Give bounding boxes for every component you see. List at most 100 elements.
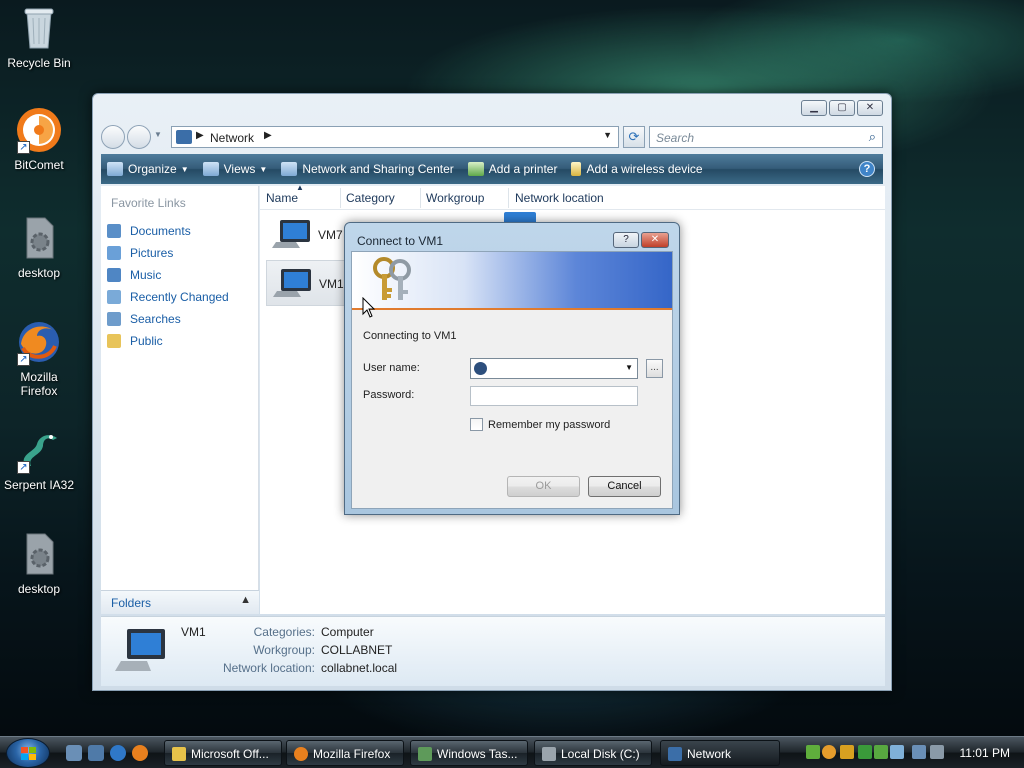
tray-arrow-icon[interactable] — [890, 745, 904, 759]
list-item-vm7[interactable]: VM7 — [266, 212, 348, 258]
add-wireless-device-button[interactable]: Add a wireless device — [571, 162, 703, 176]
computer-icon — [273, 269, 311, 297]
computer-icon — [115, 629, 165, 671]
window-controls: ▁ ▢ ✕ — [801, 100, 883, 116]
drive-icon — [542, 747, 556, 761]
address-text[interactable]: Network — [210, 131, 254, 145]
fav-link-pictures[interactable]: Pictures — [107, 242, 229, 264]
item-name: VM7 — [318, 228, 343, 242]
connecting-text: Connecting to VM1 — [363, 330, 457, 342]
firefox-quicklaunch-icon[interactable] — [132, 745, 148, 761]
breadcrumb-arrow-icon[interactable]: ▶ — [196, 130, 204, 141]
fav-link-documents[interactable]: Documents — [107, 220, 229, 242]
organize-label: Organize — [128, 162, 177, 176]
chevron-up-icon: ▲ — [240, 594, 251, 606]
desktop-icon-recycle-bin[interactable]: Recycle Bin — [1, 4, 77, 70]
connect-dialog[interactable]: Connect to VM1 ? ✕ Connecting to VM1 Use… — [344, 222, 680, 515]
taskbar-button-task-manager[interactable]: Windows Tas... — [410, 740, 528, 766]
back-button[interactable] — [101, 125, 125, 149]
browse-users-button[interactable]: ... — [646, 359, 663, 378]
pictures-icon — [107, 246, 121, 260]
tray-check-icon[interactable] — [858, 745, 872, 759]
username-combobox[interactable]: ▼ — [470, 358, 638, 379]
ok-button[interactable]: OK — [507, 476, 580, 497]
task-label: Mozilla Firefox — [313, 747, 391, 761]
volume-muted-icon[interactable] — [930, 745, 944, 759]
folder-icon — [172, 747, 186, 761]
column-header-workgroup[interactable]: Workgroup — [426, 191, 484, 205]
add-printer-button[interactable]: Add a printer — [467, 162, 557, 176]
recent-pages-chevron-icon[interactable]: ▼ — [154, 130, 162, 139]
internet-explorer-icon[interactable] — [110, 745, 126, 761]
column-header-name[interactable]: Name — [266, 191, 298, 205]
show-desktop-icon[interactable] — [66, 745, 82, 761]
taskbar-button-firefox[interactable]: Mozilla Firefox — [286, 740, 404, 766]
address-bar[interactable]: ▶ Network ▶ ▼ — [171, 126, 619, 148]
desktop-icon-desktop-1[interactable]: desktop — [1, 214, 77, 280]
network-sharing-center-button[interactable]: Network and Sharing Center — [281, 162, 454, 176]
tray-monitor-icon[interactable] — [874, 745, 888, 759]
clock[interactable]: 11:01 PM — [960, 746, 1010, 760]
password-field[interactable] — [470, 386, 638, 406]
network-status-icon[interactable] — [912, 745, 926, 759]
taskbar-button-local-disk[interactable]: Local Disk (C:) — [534, 740, 652, 766]
maximize-button[interactable]: ▢ — [829, 100, 855, 116]
command-bar: Organize ▼ Views ▼ Network and Sharing Cen… — [101, 154, 883, 184]
system-tray: 11:01 PM — [802, 737, 1024, 768]
item-name: VM1 — [319, 277, 344, 291]
list-item-vm1[interactable]: VM1 — [266, 260, 348, 306]
dialog-title: Connect to VM1 — [357, 234, 444, 248]
shortcut-arrow-icon: ↗ — [17, 141, 30, 154]
remember-password-checkbox[interactable] — [470, 418, 483, 431]
desktop-icon-label: BitComet — [14, 158, 64, 172]
desktop-icon-firefox[interactable]: ↗ Mozilla Firefox — [1, 318, 77, 398]
help-icon[interactable]: ? — [859, 161, 875, 177]
organize-icon — [107, 162, 123, 176]
search-icon[interactable]: ⌕ — [869, 129, 876, 145]
taskbar-button-microsoft-office[interactable]: Microsoft Off... — [164, 740, 282, 766]
tray-green-icon[interactable] — [806, 745, 820, 759]
dialog-help-button[interactable]: ? — [613, 232, 639, 248]
views-button[interactable]: Views ▼ — [202, 162, 267, 176]
network-icon — [668, 747, 682, 761]
start-button[interactable] — [6, 738, 50, 768]
folders-toggle[interactable]: Folders ▲ — [101, 590, 259, 614]
views-label: Views — [223, 162, 256, 176]
fav-link-label: Searches — [130, 312, 181, 326]
search-input[interactable]: Search ⌕ — [649, 126, 883, 148]
desktop-icon-bitcomet[interactable]: ↗ BitComet — [1, 106, 77, 172]
network-icon — [176, 130, 192, 144]
remember-password-label[interactable]: Remember my password — [488, 419, 610, 431]
cancel-button[interactable]: Cancel — [588, 476, 661, 497]
refresh-button[interactable]: ⟳ — [623, 126, 645, 148]
details-pane: VM1 Categories: Computer Workgroup: COLL… — [101, 616, 885, 686]
column-header-network-location[interactable]: Network location — [515, 191, 604, 205]
minimize-button[interactable]: ▁ — [801, 100, 827, 116]
chevron-down-icon[interactable]: ▼ — [625, 363, 633, 372]
taskbar-button-network[interactable]: Network — [660, 740, 780, 766]
address-dropdown-icon[interactable]: ▼ — [603, 130, 612, 140]
desktop-icon-desktop-2[interactable]: desktop — [1, 530, 77, 596]
forward-button[interactable] — [127, 125, 151, 149]
navigation-pane: Favorite Links Documents Pictures Music … — [101, 186, 259, 614]
column-header-category[interactable]: Category — [346, 191, 395, 205]
network-sharing-icon — [281, 162, 298, 176]
organize-button[interactable]: Organize ▼ — [107, 162, 189, 176]
fav-link-music[interactable]: Music — [107, 264, 229, 286]
recently-changed-icon — [107, 290, 121, 304]
breadcrumb-arrow-icon[interactable]: ▶ — [264, 130, 272, 141]
fav-link-searches[interactable]: Searches — [107, 308, 229, 330]
fav-link-label: Documents — [130, 224, 191, 238]
searches-icon — [107, 312, 121, 326]
fav-link-public[interactable]: Public — [107, 330, 229, 352]
details-name: VM1 — [181, 625, 206, 639]
fav-link-recently-changed[interactable]: Recently Changed — [107, 286, 229, 308]
dialog-close-button[interactable]: ✕ — [641, 232, 669, 248]
desktop-icon-label: Recycle Bin — [7, 56, 71, 70]
switch-windows-icon[interactable] — [88, 745, 104, 761]
dialog-banner — [352, 252, 672, 310]
tray-orange-icon[interactable] — [822, 745, 836, 759]
desktop-icon-serpent[interactable]: ↗ Serpent IA32 — [1, 426, 77, 492]
close-button[interactable]: ✕ — [857, 100, 883, 116]
shield-icon[interactable] — [840, 745, 854, 759]
